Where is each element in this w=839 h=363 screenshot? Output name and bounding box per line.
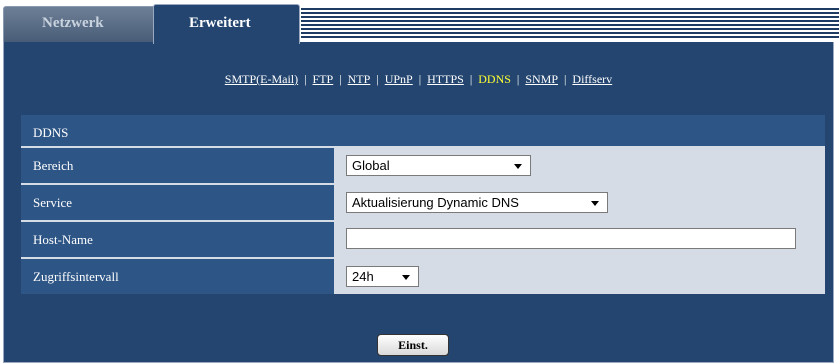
tab-netzwerk-label: Netzwerk	[42, 15, 104, 31]
link-ddns[interactable]: DDNS	[478, 72, 511, 86]
chevron-down-icon	[591, 201, 599, 206]
row-zugriffsintervall: Zugriffsintervall 24h	[21, 259, 825, 294]
separator: |	[376, 72, 379, 86]
zugriffsintervall-select-value: 24h	[352, 269, 374, 284]
separator: |	[418, 72, 422, 86]
sub-navigation: SMTP(E-Mail) | FTP | NTP | UPnP | HTTPS | DDNS | SNM…	[4, 72, 833, 87]
einst-button-label: Einst.	[398, 338, 428, 352]
row-bereich: Bereich Global	[21, 148, 825, 185]
service-label: Service	[21, 185, 334, 220]
separator: |	[516, 72, 520, 86]
link-ntp[interactable]: NTP	[348, 72, 371, 86]
tab-bar: Netzwerk Erweitert	[0, 0, 839, 44]
separator: |	[469, 72, 473, 86]
separator: |	[564, 72, 567, 86]
decorative-stripes	[301, 8, 839, 40]
bereich-label: Bereich	[21, 148, 334, 183]
service-value-cell: Aktualisierung Dynamic DNS	[334, 185, 825, 220]
separator: |	[304, 72, 307, 86]
link-ftp[interactable]: FTP	[313, 72, 334, 86]
section-title: DDNS	[21, 115, 825, 148]
service-select[interactable]: Aktualisierung Dynamic DNS	[346, 192, 608, 213]
row-service: Service Aktualisierung Dynamic DNS	[21, 185, 825, 222]
service-select-value: Aktualisierung Dynamic DNS	[352, 195, 519, 210]
main-panel: SMTP(E-Mail) | FTP | NTP | UPnP | HTTPS | DDNS | SNM…	[3, 42, 834, 363]
bereich-select-value: Global	[352, 158, 390, 173]
chevron-down-icon	[514, 164, 522, 169]
link-https[interactable]: HTTPS	[427, 72, 464, 86]
chevron-down-icon	[402, 275, 410, 280]
bereich-select[interactable]: Global	[346, 155, 531, 176]
link-diffserv[interactable]: Diffserv	[572, 72, 612, 86]
tab-netzwerk[interactable]: Netzwerk	[3, 6, 158, 42]
tab-erweitert[interactable]: Erweitert	[153, 4, 300, 44]
host-name-input[interactable]	[346, 228, 796, 249]
host-name-label: Host-Name	[21, 222, 334, 257]
zugriffsintervall-select[interactable]: 24h	[346, 266, 419, 287]
zugriffsintervall-value-cell: 24h	[334, 259, 825, 294]
link-snmp[interactable]: SNMP	[525, 72, 558, 86]
link-smtp[interactable]: SMTP(E-Mail)	[225, 72, 298, 86]
ddns-settings-table: DDNS Bereich Global Service Aktualisieru…	[21, 115, 825, 294]
bereich-value-cell: Global	[334, 148, 825, 183]
host-name-value-cell	[334, 222, 825, 257]
zugriffsintervall-label: Zugriffsintervall	[21, 259, 334, 294]
tab-erweitert-label: Erweitert	[189, 15, 251, 31]
einst-button[interactable]: Einst.	[377, 334, 449, 356]
row-host-name: Host-Name	[21, 222, 825, 259]
separator: |	[339, 72, 342, 86]
link-upnp[interactable]: UPnP	[385, 72, 413, 86]
